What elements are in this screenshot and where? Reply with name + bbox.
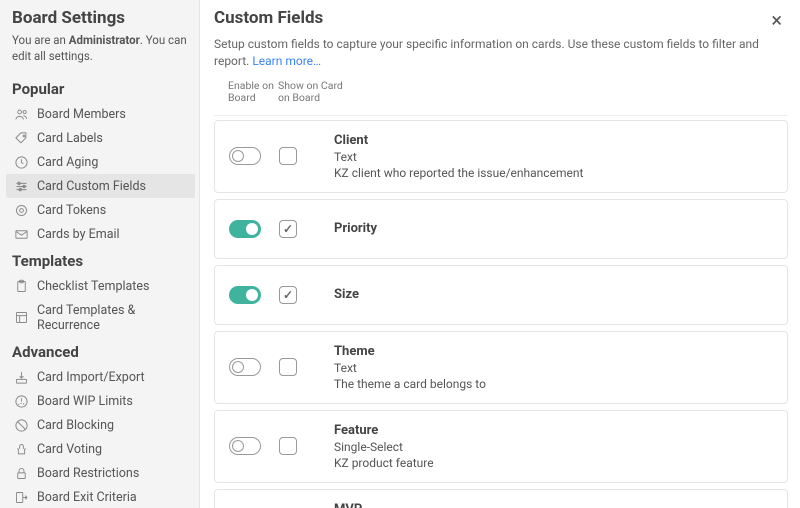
field-row[interactable]: Priority: [214, 199, 788, 259]
sidebar-item-label: Card Aging: [37, 155, 98, 170]
sidebar-item-label: Cards by Email: [37, 227, 120, 242]
exit-icon: [14, 490, 29, 505]
import-icon: [14, 370, 29, 385]
main-panel: Custom Fields × Setup custom fields to c…: [200, 0, 800, 508]
section-advanced: Advanced: [6, 337, 199, 365]
mail-icon: [14, 227, 29, 242]
sidebar-item-board-exit-criteria[interactable]: Board Exit Criteria: [6, 485, 195, 508]
sidebar-item-board-members[interactable]: Board Members: [6, 102, 195, 126]
sidebar-item-card-templates-recurrence[interactable]: Card Templates & Recurrence: [6, 298, 195, 337]
sidebar-item-board-restrictions[interactable]: Board Restrictions: [6, 461, 195, 485]
field-row[interactable]: Client Text KZ client who reported the iss…: [214, 120, 788, 193]
field-description: The theme a card belongs to: [334, 377, 773, 391]
template-icon: [14, 310, 29, 325]
sidebar-item-card-tokens[interactable]: Card Tokens: [6, 198, 195, 222]
field-description: KZ product feature: [334, 456, 773, 470]
clipboard-icon: [14, 279, 29, 294]
sidebar-item-label: Checklist Templates: [37, 279, 149, 294]
page-title: Custom Fields: [214, 8, 323, 28]
sidebar-item-board-wip-limits[interactable]: Board WIP Limits: [6, 389, 195, 413]
lock-icon: [14, 466, 29, 481]
sidebar-item-card-voting[interactable]: Card Voting: [6, 437, 195, 461]
sidebar-subtitle: You are an Administrator. You can edit a…: [6, 32, 199, 74]
sidebar-item-label: Board WIP Limits: [37, 394, 133, 409]
show-checkbox[interactable]: [279, 437, 297, 455]
show-checkbox[interactable]: [279, 358, 297, 376]
clock-icon: [14, 155, 29, 170]
sliders-icon: [14, 179, 29, 194]
field-row[interactable]: Feature Single-Select KZ product feature: [214, 410, 788, 483]
field-row[interactable]: MVPToggleMinimum Viable Product: [214, 489, 788, 508]
show-checkbox[interactable]: [279, 220, 297, 238]
section-templates: Templates: [6, 246, 199, 274]
sidebar-item-label: Board Members: [37, 107, 126, 122]
enable-toggle[interactable]: [229, 358, 261, 376]
sidebar-item-card-custom-fields[interactable]: Card Custom Fields: [6, 174, 195, 198]
sidebar-title: Board Settings: [6, 8, 199, 32]
close-icon[interactable]: ×: [765, 8, 788, 32]
sidebar-item-label: Card Blocking: [37, 418, 114, 433]
field-type: Text: [334, 150, 773, 164]
vote-icon: [14, 442, 29, 457]
sidebar-item-label: Card Voting: [37, 442, 102, 457]
enable-toggle[interactable]: [229, 437, 261, 455]
field-name: Theme: [334, 344, 773, 359]
block-icon: [14, 418, 29, 433]
enable-toggle[interactable]: [229, 220, 261, 238]
users-icon: [14, 107, 29, 122]
sidebar-item-label: Card Templates & Recurrence: [37, 303, 187, 333]
show-checkbox[interactable]: [279, 147, 297, 165]
limit-icon: [14, 394, 29, 409]
col-show: Show on Cardon Board: [278, 80, 348, 105]
col-enable: Enable onBoard: [228, 80, 278, 105]
sidebar-item-label: Card Tokens: [37, 203, 106, 218]
field-name: Feature: [334, 423, 773, 438]
field-name: MVP: [334, 502, 773, 508]
token-icon: [14, 203, 29, 218]
sidebar-item-card-labels[interactable]: Card Labels: [6, 126, 195, 150]
sidebar-item-label: Card Import/Export: [37, 370, 145, 385]
sidebar-item-card-blocking[interactable]: Card Blocking: [6, 413, 195, 437]
sidebar: Board Settings You are an Administrator.…: [0, 0, 200, 508]
tag-icon: [14, 131, 29, 146]
learn-more-link[interactable]: Learn more…: [252, 54, 321, 68]
field-description: KZ client who reported the issue/enhance…: [334, 166, 773, 180]
field-name: Priority: [334, 221, 773, 236]
show-checkbox[interactable]: [279, 286, 297, 304]
sidebar-item-label: Card Labels: [37, 131, 103, 146]
column-headers: Enable onBoard Show on Cardon Board: [214, 80, 788, 116]
sidebar-item-card-import-export[interactable]: Card Import/Export: [6, 365, 195, 389]
page-description: Setup custom fields to capture your spec…: [214, 36, 788, 70]
field-row[interactable]: Size: [214, 265, 788, 325]
field-name: Client: [334, 133, 773, 148]
field-type: Text: [334, 361, 773, 375]
sidebar-item-label: Card Custom Fields: [37, 179, 146, 194]
sidebar-item-label: Board Exit Criteria: [37, 490, 137, 505]
section-popular: Popular: [6, 74, 199, 102]
enable-toggle[interactable]: [229, 286, 261, 304]
field-name: Size: [334, 287, 773, 302]
sidebar-item-label: Board Restrictions: [37, 466, 139, 481]
enable-toggle[interactable]: [229, 147, 261, 165]
field-row[interactable]: Theme Text The theme a card belongs to: [214, 331, 788, 404]
sidebar-item-card-aging[interactable]: Card Aging: [6, 150, 195, 174]
sidebar-item-cards-by-email[interactable]: Cards by Email: [6, 222, 195, 246]
field-type: Single-Select: [334, 440, 773, 454]
sidebar-item-checklist-templates[interactable]: Checklist Templates: [6, 274, 195, 298]
